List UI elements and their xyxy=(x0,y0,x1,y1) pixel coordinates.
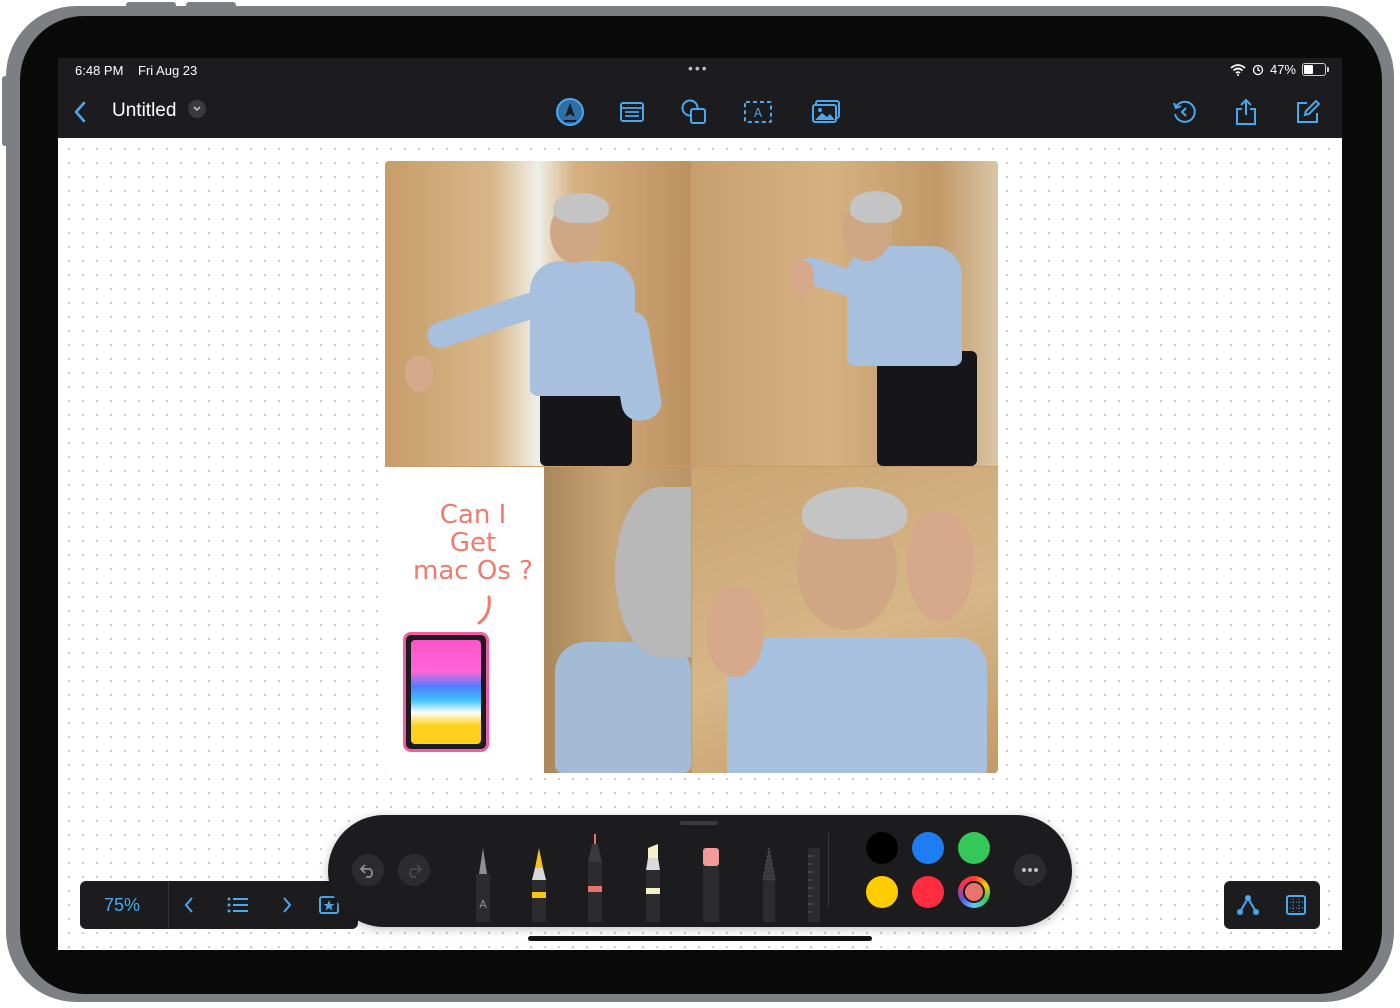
connector-button[interactable] xyxy=(1232,891,1264,919)
status-indicators: 47% xyxy=(1230,62,1329,77)
monoline-pen-icon: A xyxy=(476,848,490,922)
person-touching-wall xyxy=(692,161,998,466)
battery-icon xyxy=(1302,63,1329,76)
connector-icon xyxy=(1237,895,1259,915)
share-button[interactable] xyxy=(1230,96,1262,128)
zoom-level-button[interactable]: 75% xyxy=(104,895,140,916)
insert-media-button[interactable] xyxy=(810,96,842,128)
previous-scene-button[interactable] xyxy=(176,893,202,917)
highlighter-tool[interactable] xyxy=(642,844,664,927)
scene-navigation-bar: 75% xyxy=(80,881,358,929)
document-title[interactable]: Untitled xyxy=(112,100,176,122)
ruler-icon xyxy=(808,848,820,922)
battery-fill xyxy=(1304,65,1314,74)
color-swatch-red[interactable] xyxy=(912,876,944,908)
insert-media-icon xyxy=(812,100,840,123)
pen-markup-button[interactable] xyxy=(554,96,586,128)
wifi-icon xyxy=(1230,63,1246,76)
status-bar: 6:48 PM Fri Aug 23 ••• 47% xyxy=(58,58,1342,86)
selected-color-indicator xyxy=(963,881,985,903)
canvas-options-bar xyxy=(1224,881,1320,929)
color-swatch-blue[interactable] xyxy=(912,832,944,864)
svg-text:A: A xyxy=(754,106,763,120)
lasso-tool[interactable] xyxy=(758,846,780,927)
location-lock-icon xyxy=(1252,64,1264,75)
compose-button[interactable] xyxy=(1292,96,1324,128)
color-swatch-black[interactable] xyxy=(866,832,898,864)
sticky-note-button[interactable] xyxy=(616,96,648,128)
color-swatch-green[interactable] xyxy=(958,832,990,864)
fineliner-tool[interactable] xyxy=(584,832,606,927)
next-icon xyxy=(283,897,292,913)
undo-button[interactable] xyxy=(352,854,384,886)
screen: 6:48 PM Fri Aug 23 ••• 47% Untitled A Ca… xyxy=(58,58,1342,950)
grid-icon xyxy=(1286,895,1306,915)
history-icon xyxy=(1173,100,1196,123)
redo-button[interactable] xyxy=(398,854,430,886)
compose-icon xyxy=(1297,99,1321,123)
more-tools-button[interactable] xyxy=(1014,854,1046,886)
top-button xyxy=(126,2,176,8)
status-time: 6:48 PM xyxy=(75,63,124,78)
chevron-left-icon xyxy=(74,101,86,123)
grid-button[interactable] xyxy=(1280,891,1312,919)
color-swatch-yellow[interactable] xyxy=(866,876,898,908)
color-picker-selected[interactable] xyxy=(958,876,990,908)
scene-list-button[interactable] xyxy=(225,893,251,917)
volume-button xyxy=(2,76,8,146)
pen-markup-icon xyxy=(556,98,584,126)
lasso-icon xyxy=(762,847,776,922)
pen-icon xyxy=(532,848,546,922)
undo-icon xyxy=(359,864,373,878)
home-indicator[interactable] xyxy=(528,936,872,941)
eraser-icon xyxy=(703,848,719,922)
person-back-turned: Can I Get mac Os ? xyxy=(385,467,691,773)
multitasking-dots-icon[interactable]: ••• xyxy=(688,60,709,76)
ruler-tool[interactable] xyxy=(806,846,822,927)
share-icon xyxy=(1236,98,1256,125)
shapes-button[interactable] xyxy=(678,96,710,128)
monoline-pen-tool[interactable]: A xyxy=(472,846,494,927)
battery-percent: 47% xyxy=(1269,62,1296,77)
shapes-icon xyxy=(681,99,706,124)
palette-grabber[interactable] xyxy=(680,821,718,825)
drawing-tool-palette: A xyxy=(328,815,1072,927)
highlighter-icon xyxy=(646,844,660,922)
handwritten-note: Can I Get mac Os ? xyxy=(413,500,533,586)
top-button-2 xyxy=(186,2,236,8)
pen-tool[interactable] xyxy=(528,846,550,927)
text-box-icon: A xyxy=(744,101,772,123)
previous-icon xyxy=(184,897,193,913)
ellipsis-icon xyxy=(1022,868,1038,872)
board-canvas[interactable]: Can I Get mac Os ? 75% A xyxy=(58,138,1342,950)
ipad-device-sticker[interactable] xyxy=(403,632,489,752)
fineliner-icon xyxy=(588,834,602,922)
title-menu-button[interactable] xyxy=(188,100,206,118)
scene-list-icon xyxy=(227,897,248,913)
history-button[interactable] xyxy=(1168,96,1200,128)
meme-collage-image[interactable]: Can I Get mac Os ? xyxy=(385,161,998,773)
handwritten-arrow xyxy=(477,595,491,625)
svg-text:A: A xyxy=(479,898,487,911)
person-waving-hands xyxy=(692,467,998,773)
text-box-button[interactable]: A xyxy=(742,96,774,128)
next-scene-button[interactable] xyxy=(274,893,300,917)
chevron-down-icon xyxy=(193,106,201,112)
redo-icon xyxy=(409,864,423,878)
top-toolbar: Untitled A xyxy=(58,86,1342,138)
sticky-note-icon xyxy=(620,102,644,122)
back-button[interactable] xyxy=(64,96,96,128)
status-date: Fri Aug 23 xyxy=(138,63,198,78)
eraser-tool[interactable] xyxy=(700,846,722,927)
person-walking-hallway xyxy=(385,161,691,466)
